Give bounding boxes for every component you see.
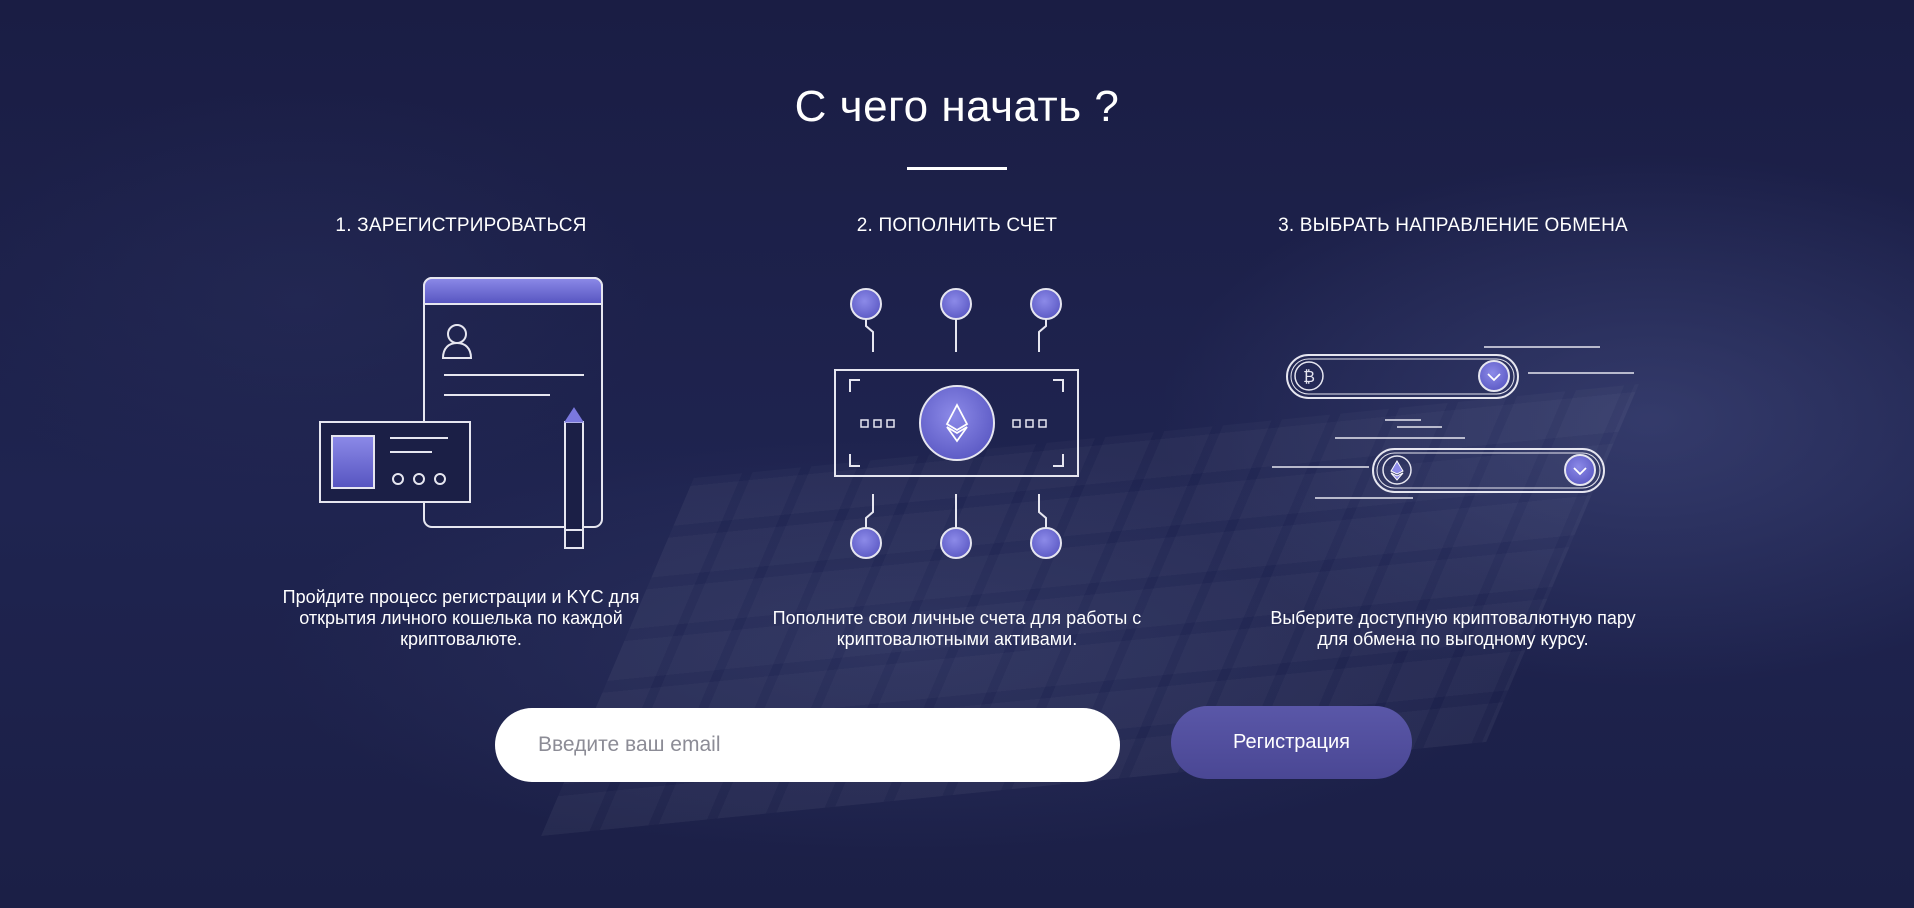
title-underline (907, 167, 1007, 170)
step-2-description: Пополните свои личные счета для работы с… (757, 608, 1157, 650)
ethereum-banknote-icon (834, 288, 1079, 559)
step-1-description-line: открытия личного кошелька по каждой (299, 608, 623, 628)
step-1-description: Пройдите процесс регистрации и KYC для о… (261, 587, 661, 650)
step-3-heading: 3. ВЫБРАТЬ НАПРАВЛЕНИЕ ОБМЕНА (1278, 215, 1628, 236)
email-input[interactable] (495, 708, 1120, 782)
section-title: С чего начать ? (794, 82, 1120, 131)
registration-document-icon (319, 277, 603, 549)
step-1-heading: 1. ЗАРЕГИСТРИРОВАТЬСЯ (335, 215, 587, 236)
svg-text:₿: ₿ (1303, 367, 1315, 386)
how-to-start-section: С чего начать ? 1. ЗАРЕГИСТРИРОВАТЬСЯ Пр… (0, 0, 1914, 908)
step-3-description-line: для обмена по выгодному курсу. (1317, 629, 1589, 649)
crypto-exchange-pair-icon: ₿ (1272, 346, 1634, 499)
step-1-description-line: Пройдите процесс регистрации и KYC для (282, 587, 640, 607)
register-button[interactable]: Регистрация (1171, 706, 1412, 779)
step-2-heading: 2. ПОПОЛНИТЬ СЧЕТ (856, 215, 1058, 236)
step-2-description-line: Пополните свои личные счета для работы с (772, 608, 1142, 628)
step-3-description: Выберите доступную криптовалютную пару д… (1253, 608, 1653, 650)
step-2-description-line: криптовалютными активами. (836, 629, 1078, 649)
step-1-description-line: криптовалюте. (400, 629, 522, 649)
step-3-description-line: Выберите доступную криптовалютную пару (1270, 608, 1636, 628)
